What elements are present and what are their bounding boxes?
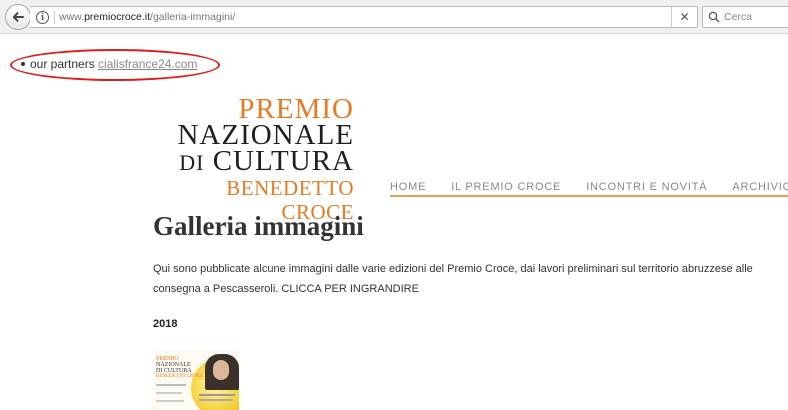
url-domain: premiocroce.it [84,11,151,23]
intro-text: Qui sono pubblicate alcune immagini dall… [153,259,788,299]
poster-logo-line-4: BENEDETTO CROCE [156,374,204,379]
arrow-left-icon [12,12,24,22]
browser-toolbar: i www.premiocroce.it/galleria-immagini/ … [0,0,788,34]
logo-line-cultura: DI CULTURA [150,145,354,177]
info-icon[interactable]: i [36,11,49,24]
poster-text-line [156,392,182,394]
intro-line-1: Qui sono pubblicate alcune immagini dall… [153,263,753,275]
nav-item-incontri[interactable]: INCONTRI E NOVITÀ [586,181,707,193]
site-logo[interactable]: PREMIO NAZIONALE DI CULTURA BENEDETTO CR… [150,95,354,225]
nav-item-home[interactable]: HOME [390,181,426,193]
year-heading: 2018 [153,318,178,330]
back-button[interactable] [5,4,31,30]
gallery-thumbnail[interactable]: PREMIO NAZIONALE DI CULTURA BENEDETTO CR… [153,350,239,410]
search-icon [708,11,720,23]
logo-di: DI [179,150,205,175]
page-title: Galleria immagini [153,211,364,241]
nav-item-premio-croce[interactable]: IL PREMIO CROCE [451,181,561,193]
nav-underline [390,195,788,197]
poster-text-line [199,394,235,396]
poster-text-line [156,384,186,386]
url-prefix: www. [59,11,85,23]
url-path: /galleria-immagini/ [150,11,236,23]
intro-line-2: consegna a Pescasseroli. CLICCA PER INGR… [153,283,419,295]
poster-text-line [199,399,233,401]
url-text[interactable]: www.premiocroce.it/galleria-immagini/ [59,11,235,23]
url-separator [54,11,55,24]
search-bar[interactable]: Cerca [702,6,788,28]
annotation-ellipse [10,49,220,81]
address-bar[interactable]: i www.premiocroce.it/galleria-immagini/ … [30,6,698,28]
poster-face [213,360,229,380]
clear-url-button[interactable]: ✕ [671,7,697,27]
main-nav: HOME IL PREMIO CROCE INCONTRI E NOVITÀ ARCH… [390,177,788,197]
logo-cultura: CULTURA [212,145,354,177]
poster-text-line [156,400,184,402]
nav-item-archivio[interactable]: ARCHIVIO [732,181,788,193]
search-placeholder: Cerca [724,11,753,23]
